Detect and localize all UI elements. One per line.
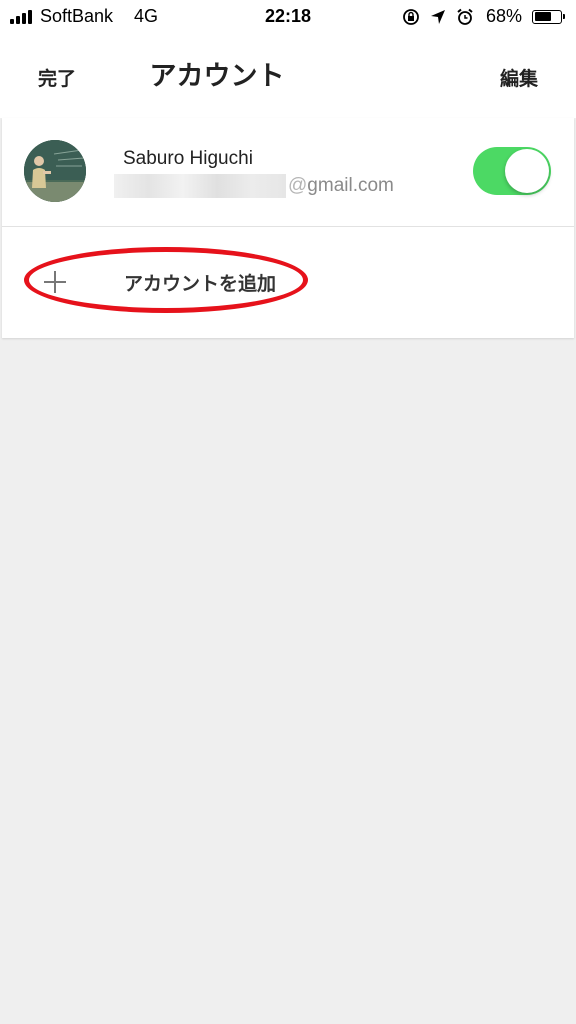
orientation-lock-icon [403,8,419,25]
email-domain: gmail.com [307,175,394,196]
edit-button[interactable]: 編集 [500,64,538,91]
battery-level [534,12,551,21]
status-icons: 68% [402,6,565,27]
account-enabled-toggle[interactable] [473,147,551,195]
plus-icon [44,271,66,293]
content-background [0,338,576,1024]
navigation-bar: 完了 アカウント 編集 [0,34,576,118]
battery-icon [532,9,565,24]
redacted-email-prefix [114,174,286,198]
alarm-clock-icon [457,8,473,25]
add-account-row[interactable]: アカウントを追加 [2,227,574,338]
page-title: アカウント [149,61,285,92]
battery-percent: 68% [485,6,522,26]
avatar [24,140,86,202]
add-account-label: アカウントを追加 [124,273,277,295]
account-name: Saburo Higuchi [123,148,253,169]
toggle-knob [505,149,549,193]
accounts-card: Saburo Higuchi @ gmail.com アカウントを追加 [2,118,574,338]
email-at-sign: @ [288,175,308,196]
user-photo-avatar [24,140,86,202]
location-arrow-icon [430,9,445,24]
status-bar: SoftBank 4G 22:18 68% [0,0,576,34]
account-email: @ gmail.com [114,174,394,198]
account-row[interactable]: Saburo Higuchi @ gmail.com [2,118,574,226]
